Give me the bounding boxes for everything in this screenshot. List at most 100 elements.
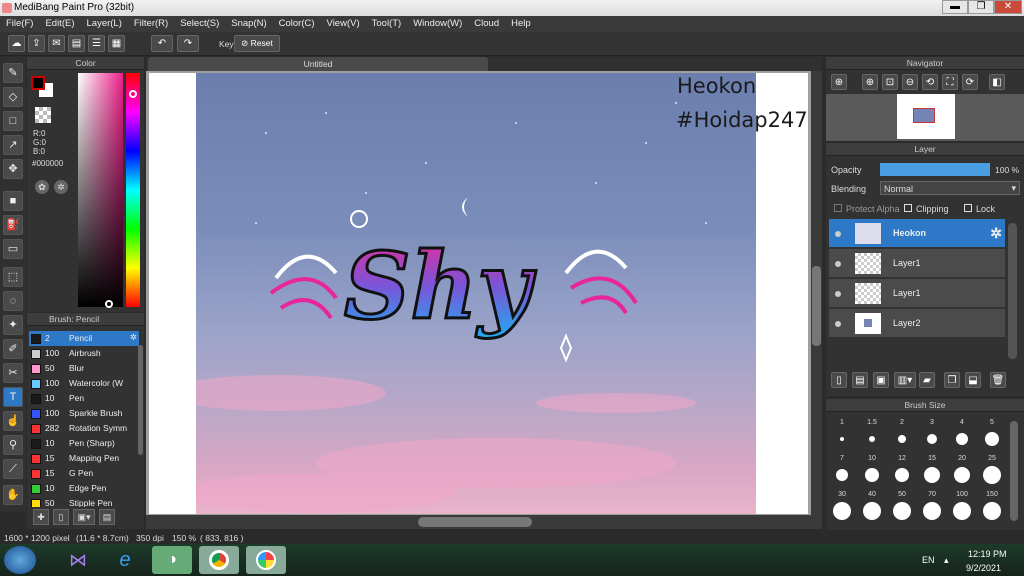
- brush-size-option[interactable]: [927, 434, 937, 444]
- grid-icon[interactable]: ▦: [108, 35, 125, 52]
- hue-handle[interactable]: [129, 90, 137, 98]
- select-eraser-tool-icon[interactable]: ✂: [3, 363, 23, 383]
- zoom-in-icon[interactable]: ⊕: [831, 74, 847, 90]
- new-8bit-layer-icon[interactable]: ▣: [873, 372, 889, 388]
- clock-date[interactable]: 9/2/2021: [966, 563, 1001, 573]
- brush-size-option[interactable]: [869, 436, 875, 442]
- menu-filter[interactable]: Filter(R): [128, 16, 174, 31]
- menu-select[interactable]: Select(S): [174, 16, 225, 31]
- menu-layer[interactable]: Layer(L): [81, 16, 128, 31]
- palette-icon[interactable]: ✿: [35, 180, 49, 194]
- menu-view[interactable]: View(V): [321, 16, 366, 31]
- menu-tool[interactable]: Tool(T): [366, 16, 408, 31]
- clipping-checkbox[interactable]: [904, 204, 912, 212]
- delete-layer-icon[interactable]: 🗑: [990, 372, 1006, 388]
- eraser-tool-icon[interactable]: ◇: [3, 87, 23, 107]
- menu-help[interactable]: Help: [505, 16, 537, 31]
- visibility-icon[interactable]: [835, 321, 841, 327]
- brush-size-option[interactable]: [898, 435, 906, 443]
- visibility-icon[interactable]: [835, 291, 841, 297]
- internet-explorer-icon[interactable]: e: [105, 546, 145, 574]
- cloud-icon[interactable]: ☁: [8, 35, 25, 52]
- zoom-out-icon[interactable]: ⊖: [902, 74, 918, 90]
- start-button-icon[interactable]: [4, 546, 36, 574]
- bucket-tool-icon[interactable]: ⛽: [3, 215, 23, 235]
- menu-file[interactable]: File(F): [0, 16, 39, 31]
- brush-tool-icon[interactable]: ✎: [3, 63, 23, 83]
- move-tool-icon[interactable]: ✥: [3, 159, 23, 179]
- navigator-preview[interactable]: [826, 94, 1024, 141]
- menu-cloud[interactable]: Cloud: [468, 16, 505, 31]
- visibility-icon[interactable]: [835, 231, 841, 237]
- hue-slider[interactable]: [126, 73, 140, 307]
- comment-icon[interactable]: ✉: [48, 35, 65, 52]
- medibang-icon[interactable]: [246, 546, 286, 574]
- transparent-color-swatch[interactable]: [35, 107, 51, 123]
- brush-item[interactable]: 100 Sparkle Brush: [29, 406, 139, 421]
- layer-row[interactable]: Layer2: [829, 309, 1005, 338]
- saturation-value-picker[interactable]: [78, 73, 123, 307]
- brush-size-scrollbar[interactable]: [1010, 421, 1018, 521]
- operation-tool-icon[interactable]: ☝: [3, 411, 23, 431]
- zoom-icon[interactable]: ⊕: [862, 74, 878, 90]
- folder-icon[interactable]: ▰: [919, 372, 935, 388]
- brush-size-option[interactable]: [953, 502, 971, 520]
- brush-item[interactable]: 100 Watercolor (W: [29, 376, 139, 391]
- add-brush-icon[interactable]: ✚: [33, 509, 49, 525]
- dot-tool-icon[interactable]: □: [3, 111, 23, 131]
- canvas-horizontal-scrollbar[interactable]: [146, 515, 822, 529]
- foreground-color-swatch[interactable]: [31, 76, 45, 90]
- brush-item[interactable]: 15 G Pen: [29, 466, 139, 481]
- brush-size-option[interactable]: [983, 502, 1001, 520]
- fit-icon[interactable]: ⊡: [882, 74, 898, 90]
- redo-icon[interactable]: ↷: [177, 35, 199, 52]
- close-button[interactable]: ✕: [994, 0, 1022, 14]
- divide-tool-icon[interactable]: ⟋: [3, 459, 23, 479]
- sv-handle[interactable]: [105, 300, 113, 308]
- brush-size-option[interactable]: [983, 466, 1001, 484]
- brush-settings-icon[interactable]: ▤: [99, 509, 115, 525]
- reset-view-icon[interactable]: ⛶: [942, 74, 958, 90]
- brush-size-option[interactable]: [985, 432, 999, 446]
- object-tool-icon[interactable]: ↗: [3, 135, 23, 155]
- flip-icon[interactable]: ◧: [989, 74, 1005, 90]
- tab-untitled[interactable]: Untitled: [148, 57, 488, 71]
- brush-size-option[interactable]: [840, 437, 844, 441]
- canvas-vertical-scrollbar[interactable]: [811, 71, 822, 515]
- brush-menu-icon[interactable]: ▣▾: [73, 509, 95, 525]
- opacity-slider[interactable]: [880, 163, 990, 176]
- layer-row[interactable]: Layer1: [829, 279, 1005, 308]
- gradient-tool-icon[interactable]: ▭: [3, 239, 23, 259]
- brush-item[interactable]: 100 Airbrush: [29, 346, 139, 361]
- lock-checkbox[interactable]: [964, 204, 972, 212]
- brush-size-option[interactable]: [893, 502, 911, 520]
- blending-select[interactable]: Normal ▾: [880, 181, 1020, 195]
- duplicate-layer-icon[interactable]: ❐: [944, 372, 960, 388]
- layer-list-scrollbar[interactable]: [1008, 223, 1017, 359]
- brush-size-option[interactable]: [895, 468, 909, 482]
- maximize-button[interactable]: ❐: [968, 0, 994, 14]
- brush-item[interactable]: 15 Mapping Pen: [29, 451, 139, 466]
- magic-wand-tool-icon[interactable]: ✦: [3, 315, 23, 335]
- brush-size-option[interactable]: [833, 502, 851, 520]
- visibility-icon[interactable]: [835, 261, 841, 267]
- text-tool-icon[interactable]: T: [3, 387, 23, 407]
- brush-item[interactable]: 2 Pencil ✲: [29, 331, 139, 346]
- brush-list-scrollbar[interactable]: [138, 345, 143, 455]
- menu-edit[interactable]: Edit(E): [39, 16, 80, 31]
- brush-size-option[interactable]: [836, 469, 848, 481]
- layer-row[interactable]: Layer1: [829, 249, 1005, 278]
- rotate-right-icon[interactable]: ⟳: [962, 74, 978, 90]
- select-pen-tool-icon[interactable]: ✐: [3, 339, 23, 359]
- vertical-scroll-thumb[interactable]: [812, 266, 821, 346]
- lasso-tool-icon[interactable]: ◌: [3, 291, 23, 311]
- visual-studio-icon[interactable]: ⋈: [58, 546, 98, 574]
- rotate-left-icon[interactable]: ⟲: [922, 74, 938, 90]
- language-indicator[interactable]: EN: [922, 555, 935, 565]
- undo-icon[interactable]: ↶: [151, 35, 173, 52]
- eyedropper-tool-icon[interactable]: ⚲: [3, 435, 23, 455]
- new-brush-icon[interactable]: ▯: [53, 509, 69, 525]
- fill-rect-tool-icon[interactable]: ■: [3, 191, 23, 211]
- brush-item[interactable]: 282 Rotation Symm: [29, 421, 139, 436]
- menu-snap[interactable]: Snap(N): [225, 16, 272, 31]
